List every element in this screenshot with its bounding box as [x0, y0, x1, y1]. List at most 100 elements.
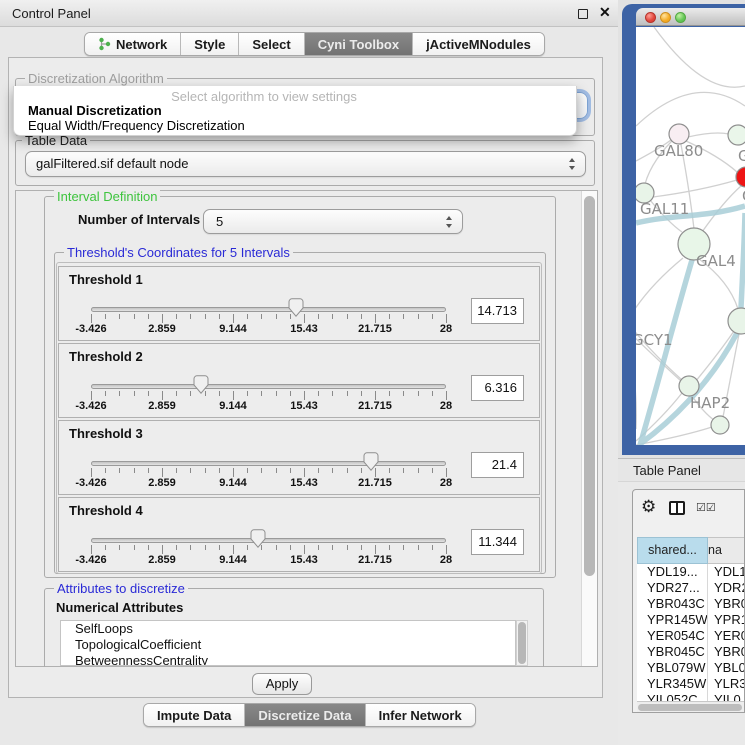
tab-impute-data[interactable]: Impute Data — [144, 704, 245, 726]
cell-name[interactable]: YER0 — [714, 628, 745, 644]
table-row[interactable]: YDL19... YDL1 — [637, 564, 745, 580]
close-traffic-light[interactable] — [645, 12, 656, 23]
slider-track[interactable] — [91, 461, 446, 466]
table-row[interactable]: YBR043C YBR0 — [637, 596, 745, 612]
table-row[interactable]: YDR27... YDR2 — [637, 580, 745, 596]
horizontal-scrollbar-thumb[interactable] — [638, 704, 742, 711]
tab-jactivemnodules[interactable]: jActiveMNodules — [413, 33, 544, 55]
cell-name[interactable]: YBR0 — [714, 596, 745, 612]
slider-track[interactable] — [91, 538, 446, 543]
cell-name[interactable]: YBR0 — [714, 644, 745, 660]
network-node[interactable] — [679, 376, 699, 396]
tab-select[interactable]: Select — [239, 33, 304, 55]
cell-name[interactable]: YLR3 — [714, 676, 745, 692]
cell-shared-name[interactable]: YER054C — [647, 628, 705, 644]
column-header-shared-name[interactable]: shared... — [637, 537, 708, 564]
table-row[interactable]: YLR345W YLR3 — [637, 676, 745, 692]
slider-tick — [389, 391, 390, 396]
network-node[interactable] — [669, 124, 689, 144]
cell-name[interactable]: YPR1 — [714, 612, 745, 628]
dropdown-item-manual[interactable]: Manual Discretization — [28, 103, 162, 118]
cell-shared-name[interactable]: YLR345W — [647, 676, 706, 692]
slider-tick — [290, 468, 291, 473]
slider-tick-label: 28 — [440, 400, 452, 412]
slider-track[interactable] — [91, 307, 446, 312]
apply-button[interactable]: Apply — [252, 673, 312, 695]
slider-thumb[interactable] — [288, 298, 304, 317]
slider-tick — [205, 468, 206, 473]
stepper-arrows-icon — [446, 216, 453, 228]
slider-track[interactable] — [91, 384, 446, 389]
slider-tick — [361, 391, 362, 396]
cell-shared-name[interactable]: YDL19... — [647, 564, 698, 580]
slider-tick — [176, 391, 177, 396]
threshold-value-field[interactable]: 21.4 — [471, 452, 524, 478]
table-row[interactable]: YBL079W YBL0 — [637, 660, 745, 676]
dropdown-item-equal-width[interactable]: Equal Width/Frequency Discretization — [28, 118, 245, 133]
horizontal-scrollbar[interactable] — [637, 701, 745, 712]
slider-tick-label: -3.426 — [75, 323, 106, 335]
select-columns-icon[interactable]: ☑☑ — [696, 501, 716, 514]
tab-network[interactable]: Network — [85, 33, 181, 55]
attributes-list-scrollbar-thumb[interactable] — [518, 622, 526, 664]
slider-thumb[interactable] — [193, 375, 209, 394]
threshold-value-field[interactable]: 11.344 — [471, 529, 524, 555]
cell-shared-name[interactable]: YPR145W — [647, 612, 708, 628]
cell-name[interactable]: YBL0 — [714, 660, 745, 676]
minimize-traffic-light[interactable] — [660, 12, 671, 23]
tab-infer-network[interactable]: Infer Network — [366, 704, 475, 726]
vertical-scrollbar-thumb[interactable] — [584, 196, 595, 576]
gear-icon[interactable]: ⚙ — [641, 497, 656, 517]
network-canvas[interactable]: GAL80GAGAL11CGAL4GCY1HHAP2 — [636, 27, 745, 445]
cell-shared-name[interactable]: YDR27... — [647, 580, 700, 596]
slider-tick-label: 15.43 — [290, 477, 318, 489]
attribute-list-item[interactable]: TopologicalCoefficient — [61, 637, 515, 653]
network-window-titlebar[interactable] — [636, 8, 745, 26]
cell-name[interactable]: YDR2 — [714, 580, 745, 596]
slider-thumb[interactable] — [363, 452, 379, 471]
slider-tick — [332, 545, 333, 550]
zoom-traffic-light[interactable] — [675, 12, 686, 23]
control-panel-titlebar: Control Panel ✕ — [0, 0, 618, 27]
tab-discretize-data[interactable]: Discretize Data — [245, 704, 365, 726]
threshold-label: Threshold 4 — [69, 503, 143, 518]
tab-style[interactable]: Style — [181, 33, 239, 55]
slider-tick — [446, 314, 447, 323]
cell-shared-name[interactable]: YBR043C — [647, 596, 705, 612]
attribute-list-item[interactable]: SelfLoops — [61, 621, 515, 637]
tab-label: Select — [252, 37, 290, 52]
cell-shared-name[interactable]: YBR045C — [647, 644, 705, 660]
slider-tick — [318, 314, 319, 319]
cell-name[interactable]: YDL1 — [714, 564, 745, 580]
table-row[interactable]: YPR145W YPR1 — [637, 612, 745, 628]
slider-tick-label: 2.859 — [148, 554, 176, 566]
network-node[interactable] — [711, 416, 729, 434]
attribute-list-item[interactable]: BetweennessCentrality — [61, 653, 515, 666]
network-node[interactable] — [736, 167, 745, 187]
cell-shared-name[interactable]: YBL079W — [647, 660, 706, 676]
table-data-combobox[interactable]: galFiltered.sif default node — [25, 151, 586, 177]
tab-cyni-toolbox[interactable]: Cyni Toolbox — [305, 33, 413, 55]
slider-tick-label: 15.43 — [290, 400, 318, 412]
column-header-name[interactable]: na — [708, 537, 745, 564]
slider-tick — [261, 314, 262, 319]
slider-tick — [233, 391, 234, 400]
table-row[interactable]: YBR045C YBR0 — [637, 644, 745, 660]
split-panel-icon[interactable] — [669, 501, 685, 515]
threshold-value-field[interactable]: 6.316 — [471, 375, 524, 401]
slider-thumb[interactable] — [250, 529, 266, 548]
close-icon[interactable]: ✕ — [599, 4, 611, 21]
table-row[interactable]: YER054C YER0 — [637, 628, 745, 644]
network-node[interactable] — [728, 308, 745, 334]
num-intervals-combobox[interactable]: 5 — [203, 209, 463, 234]
numerical-attributes-list[interactable]: SelfLoopsTopologicalCoefficientBetweenne… — [60, 620, 516, 666]
stepper-arrows-icon — [569, 158, 576, 170]
attributes-group-title: Attributes to discretize — [54, 581, 188, 596]
threshold-value-field[interactable]: 14.713 — [471, 298, 524, 324]
float-window-icon[interactable] — [578, 9, 588, 19]
network-node-label: GAL11 — [640, 200, 689, 218]
slider-tick — [375, 314, 376, 323]
node-table-container: ⚙ ☑☑ shared... na YDL19...YDL1YDR27...YD… — [632, 489, 745, 713]
slider-tick — [361, 314, 362, 319]
network-node[interactable] — [728, 125, 745, 145]
